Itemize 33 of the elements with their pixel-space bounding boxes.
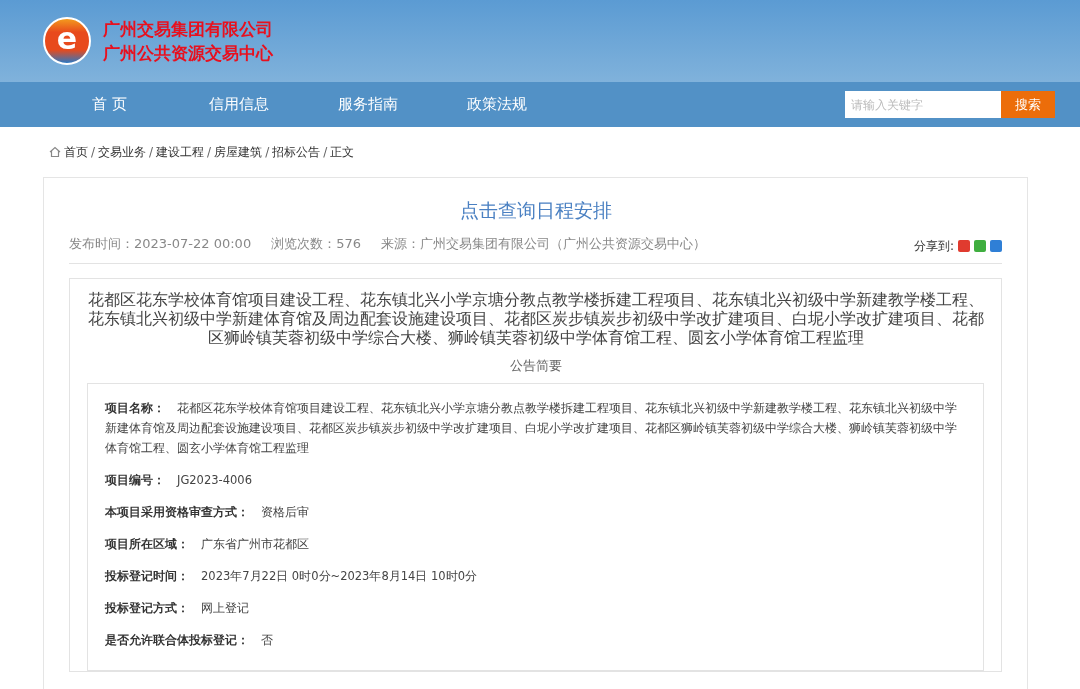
- meta-info: 浏览次数：576: [271, 234, 361, 253]
- breadcrumb-separator: /: [265, 144, 270, 161]
- logo-icon: e: [43, 17, 91, 65]
- share-icon[interactable]: [974, 239, 986, 252]
- summary-field: 项目名称： 花都区花东学校体育馆项目建设工程、花东镇北兴小学京塘分教点教学楼拆建工程项目、花东镇北兴初级中学新建教学楼工程、花东镇北兴初级中学新建体育馆及周边配套设施建设项目、花都区炭步镇炭步初级中学改扩建项目、白坭小学改扩建项目、花都区狮岭镇芙蓉初级中学综合大楼、狮岭镇芙蓉初级中学体育馆工程、圆玄小学体育馆工程监理: [105, 398, 966, 458]
- breadcrumb-link[interactable]: 正文: [330, 143, 355, 161]
- summary-field: 项目所在区域： 广东省广州市花都区: [105, 534, 966, 554]
- breadcrumb-link[interactable]: 交易业务: [98, 143, 147, 161]
- meta-info: 来源：广州交易集团有限公司（广州公共资源交易中心）: [381, 234, 706, 253]
- share-icon[interactable]: [958, 239, 970, 252]
- summary-field: 投标登记方式： 网上登记: [105, 598, 966, 618]
- summary-field: 本项目采用资格审查方式： 资格后审: [105, 502, 966, 522]
- breadcrumb-separator: /: [323, 144, 328, 161]
- share-label: 分享到:: [913, 237, 954, 255]
- summary-field: 是否允许联合体投标登记： 否: [105, 630, 966, 650]
- org-name: 广州公共资源交易中心: [103, 42, 273, 65]
- meta-info: 发布时间：2023-07-22 00:00: [69, 234, 252, 253]
- breadcrumb-link[interactable]: 建设工程: [156, 143, 205, 161]
- org-name: 广州交易集团有限公司: [103, 18, 273, 41]
- notice-heading: 花都区花东学校体育馆项目建设工程、花东镇北兴小学京塘分教点教学楼拆建工程项目、花东镇北兴初级中学新建教学楼工程、花东镇北兴初级中学新建体育馆及周边配套设施建设项目、花都区炭步镇炭步初级中学改扩建项目、白坭小学改扩建项目、花都区狮岭镇芙蓉初级中学综合大楼、狮岭镇芙蓉初级中学体育馆工程、圆玄小学体育馆工程监理: [87, 290, 984, 348]
- search-field[interactable]: 请输入关键字: [845, 91, 1001, 118]
- summary-label: 公告简要: [508, 356, 563, 375]
- breadcrumb-separator: /: [207, 144, 212, 161]
- breadcrumb-separator: /: [91, 144, 96, 161]
- breadcrumb-link[interactable]: 招标公告: [272, 143, 321, 161]
- article-title[interactable]: 点击查询日程安排: [69, 196, 1002, 225]
- breadcrumb-link[interactable]: 房屋建筑: [214, 143, 263, 161]
- home-icon: [49, 146, 61, 158]
- breadcrumb-link[interactable]: 首页: [64, 143, 88, 161]
- summary-field: 投标登记时间： 2023年7月22日 0时0分~2023年8月14日 10时0分: [105, 566, 966, 586]
- breadcrumb-separator: /: [149, 144, 154, 161]
- summary-field: 项目编号： JG2023-4006: [105, 470, 966, 490]
- share-icon[interactable]: [990, 239, 1002, 252]
